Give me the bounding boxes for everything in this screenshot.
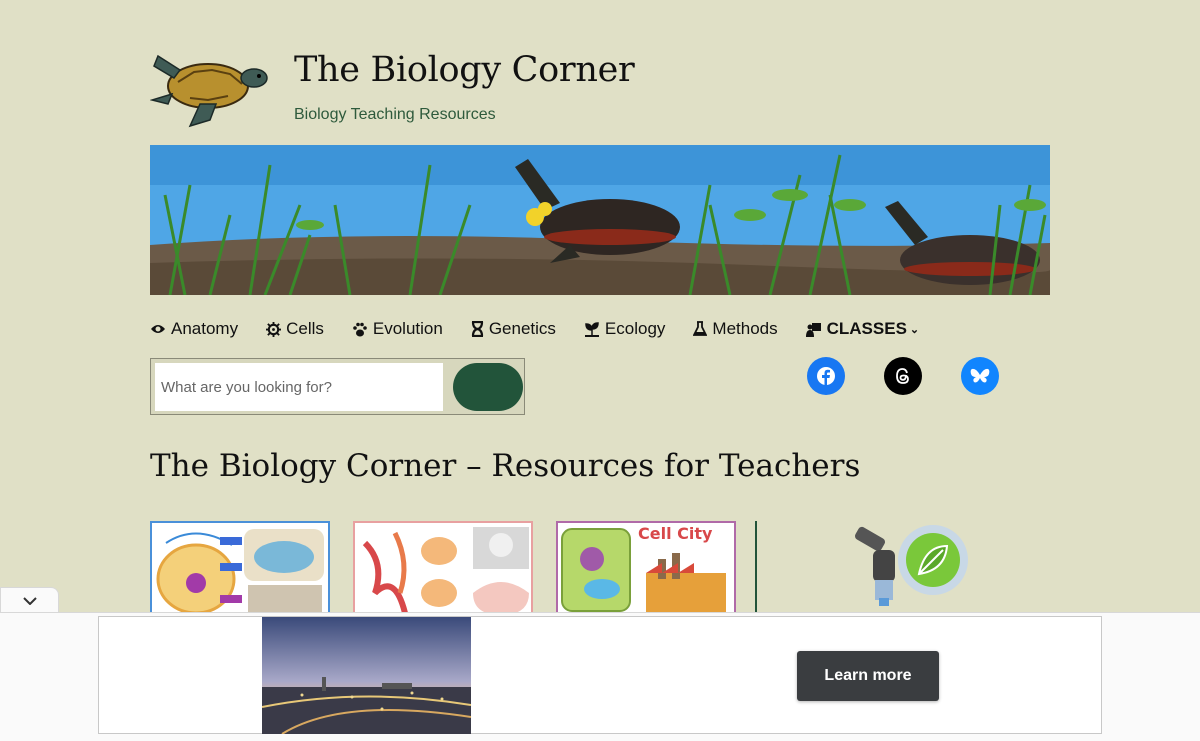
- threads-link[interactable]: [884, 357, 922, 395]
- flask-icon: [693, 321, 708, 336]
- nav-label: CLASSES: [826, 319, 907, 338]
- search-form: [150, 358, 525, 415]
- brain-anatomy-image: [355, 523, 531, 619]
- nav-item-evolution[interactable]: Evolution: [352, 319, 443, 339]
- card-cell-signaling[interactable]: [150, 521, 330, 621]
- bluesky-icon: [970, 368, 990, 383]
- nav-label: Evolution: [372, 319, 443, 338]
- nav-label: Methods: [712, 319, 778, 338]
- paw-icon: [353, 322, 367, 336]
- ad-image[interactable]: [262, 617, 471, 734]
- site-header: The Biology Corner Biology Teaching Reso…: [150, 40, 1050, 130]
- learn-more-button[interactable]: Learn more: [797, 651, 939, 701]
- chevron-down-icon: [22, 597, 37, 605]
- hourglass-icon: [471, 321, 483, 337]
- search-button[interactable]: [453, 363, 523, 411]
- seedling-icon: [584, 321, 599, 337]
- nav-item-cells[interactable]: Cells: [266, 319, 324, 339]
- microscope-leaf-icon: [854, 525, 968, 606]
- nav-item-methods[interactable]: Methods: [693, 319, 778, 339]
- virus-icon: [266, 321, 282, 337]
- facebook-link[interactable]: [807, 357, 845, 395]
- chevron-down-icon: ⌄: [909, 323, 920, 336]
- teacher-icon: [805, 322, 821, 337]
- facebook-icon: [817, 367, 835, 386]
- nav-item-genetics[interactable]: Genetics: [471, 319, 556, 339]
- card-brain-anatomy[interactable]: [353, 521, 533, 621]
- bluesky-link[interactable]: [961, 357, 999, 395]
- turtle-logo[interactable]: [150, 48, 270, 128]
- nav-label: Anatomy: [171, 319, 239, 338]
- ad-collapse-toggle[interactable]: [0, 587, 59, 614]
- search-input[interactable]: [155, 363, 443, 411]
- card-cell-city[interactable]: Cell City: [556, 521, 736, 621]
- nav-item-anatomy[interactable]: Anatomy: [150, 319, 238, 339]
- threads-icon: [896, 368, 909, 384]
- site-tagline: Biology Teaching Resources: [294, 106, 496, 123]
- nav-label: Genetics: [488, 319, 556, 338]
- page-title: The Biology Corner – Resources for Teach…: [150, 448, 861, 484]
- nav-label: Cells: [286, 319, 324, 338]
- header-banner-image: [150, 145, 1050, 295]
- cell-signaling-image: [152, 523, 328, 619]
- sidebar-divider: [755, 521, 757, 616]
- main-nav: Anatomy Cells Evolution Genetics Ecology…: [150, 316, 919, 342]
- cell-city-image: Cell City: [558, 523, 734, 619]
- nav-item-classes[interactable]: CLASSES ⌄: [805, 319, 920, 339]
- eye-icon: [151, 325, 165, 333]
- nav-item-ecology[interactable]: Ecology: [584, 319, 665, 339]
- ad-container[interactable]: [98, 616, 1102, 734]
- site-title[interactable]: The Biology Corner: [294, 50, 635, 90]
- nav-label: Ecology: [604, 319, 666, 338]
- card-label: Cell City: [638, 524, 713, 543]
